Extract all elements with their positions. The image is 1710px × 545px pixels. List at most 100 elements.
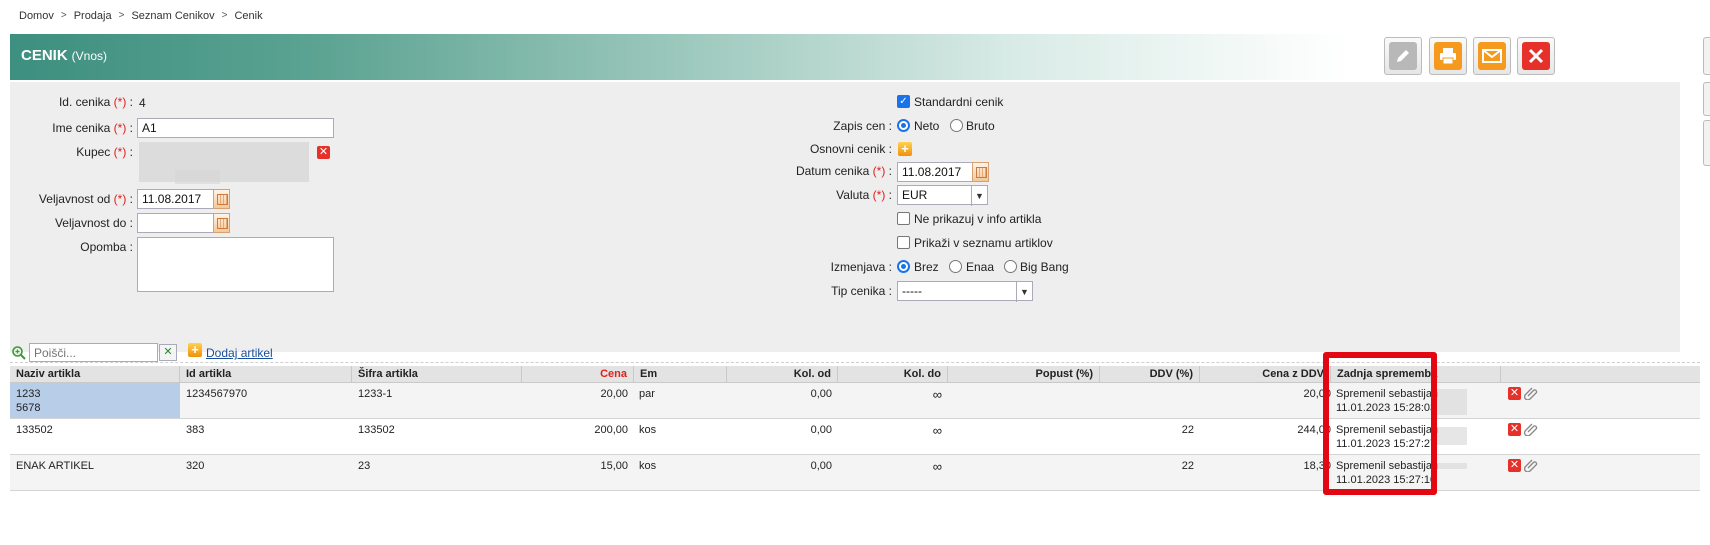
bruto-radio[interactable] bbox=[950, 119, 963, 132]
cell-sifra: 1233-1 bbox=[358, 388, 393, 400]
calendar-icon[interactable] bbox=[213, 189, 230, 209]
chevron-down-icon: ▼ bbox=[1016, 282, 1032, 302]
side-tab[interactable] bbox=[1703, 82, 1710, 116]
table-header: Naziv artikla Id artikla Šifra artikla C… bbox=[10, 366, 1700, 383]
printer-icon bbox=[1434, 42, 1462, 70]
column-header-ddv[interactable]: DDV (%) bbox=[1100, 366, 1200, 383]
print-button[interactable] bbox=[1429, 37, 1467, 75]
brez-radio[interactable] bbox=[897, 260, 910, 273]
show-list-checkbox[interactable] bbox=[897, 236, 910, 249]
table-row[interactable]: 133502 383 133502 200,00 kos 0,00 ∞ 22 2… bbox=[10, 419, 1700, 455]
cell-naziv: 133502 bbox=[16, 424, 53, 436]
side-tab[interactable] bbox=[1703, 120, 1710, 166]
cell-cena-ddv: 244,00 bbox=[1297, 424, 1331, 436]
cell-kol-od: 0,00 bbox=[810, 424, 832, 436]
neto-radio[interactable] bbox=[897, 119, 910, 132]
note-label: Opomba : bbox=[80, 240, 133, 254]
page-title: CENIK (Vnos) bbox=[21, 47, 107, 64]
table-row[interactable]: 1233 5678 1234567970 1233-1 20,00 par 0,… bbox=[10, 383, 1700, 419]
cell-em: kos bbox=[639, 424, 657, 436]
delete-row-icon[interactable]: ✕ bbox=[1508, 387, 1521, 400]
add-base-pricelist-icon[interactable]: + bbox=[898, 142, 912, 156]
cell-sifra: 23 bbox=[358, 460, 371, 472]
delete-row-icon[interactable]: ✕ bbox=[1508, 423, 1521, 436]
clear-search-icon[interactable]: ✕ bbox=[159, 344, 177, 361]
column-header-actions bbox=[1501, 366, 1700, 383]
clear-buyer-icon[interactable]: ✕ bbox=[317, 146, 330, 159]
breadcrumb-separator: > bbox=[118, 10, 125, 21]
cell-cena-ddv: 20,00 bbox=[1303, 388, 1331, 400]
standard-checkbox[interactable] bbox=[897, 95, 910, 108]
valid-from-label: Veljavnost od (*) : bbox=[38, 192, 133, 206]
column-header-popust[interactable]: Popust (%) bbox=[948, 366, 1100, 383]
page-title-text: CENIK bbox=[21, 47, 68, 64]
close-button[interactable] bbox=[1517, 37, 1555, 75]
cell-em: kos bbox=[639, 460, 657, 472]
cell-cena-ddv: 18,30 bbox=[1303, 460, 1331, 472]
exchange-label: Izmenjava : bbox=[830, 260, 892, 274]
type-select[interactable]: ----- ▼ bbox=[897, 281, 1033, 302]
id-value: 4 bbox=[139, 96, 146, 110]
table-row[interactable]: ENAK ARTIKEL 320 23 15,00 kos 0,00 ∞ 22 … bbox=[10, 455, 1700, 491]
bigbang-radio[interactable] bbox=[1004, 260, 1017, 273]
column-header-kol-do[interactable]: Kol. do bbox=[838, 366, 948, 383]
page-subtitle: (Vnos) bbox=[71, 49, 108, 63]
more-button[interactable] bbox=[1703, 37, 1710, 75]
column-header-cena[interactable]: Cena bbox=[522, 366, 634, 383]
delete-row-icon[interactable]: ✕ bbox=[1508, 459, 1521, 472]
cell-naziv: 1233 bbox=[16, 388, 41, 400]
edit-button[interactable] bbox=[1384, 37, 1422, 75]
valid-to-input[interactable] bbox=[137, 213, 214, 233]
breadcrumb-item-pricelists[interactable]: Seznam Cenikov bbox=[131, 10, 214, 22]
cell-cena: 15,00 bbox=[600, 460, 628, 472]
currency-select[interactable]: EUR ▼ bbox=[897, 185, 988, 206]
bigbang-label: Big Bang bbox=[1020, 260, 1069, 274]
column-header-kol-od[interactable]: Kol. od bbox=[727, 366, 838, 383]
enaa-radio[interactable] bbox=[949, 260, 962, 273]
close-icon bbox=[1522, 42, 1550, 70]
breadcrumb-separator: > bbox=[221, 10, 228, 21]
column-header-naziv[interactable]: Naziv artikla bbox=[10, 366, 180, 383]
column-header-id[interactable]: Id artikla bbox=[180, 366, 352, 383]
show-list-label: Prikaži v seznamu artiklov bbox=[914, 236, 1053, 250]
cell-cena: 20,00 bbox=[600, 388, 628, 400]
breadcrumb-separator: > bbox=[60, 10, 67, 21]
cell-ddv: 22 bbox=[1181, 424, 1194, 436]
cell-kol-do: ∞ bbox=[932, 387, 942, 402]
date-input[interactable] bbox=[897, 162, 974, 182]
envelope-icon bbox=[1478, 42, 1506, 70]
calendar-icon[interactable] bbox=[213, 213, 230, 233]
cell-id: 383 bbox=[186, 424, 205, 436]
breadcrumb-item-sales[interactable]: Prodaja bbox=[74, 10, 112, 22]
neto-label: Neto bbox=[914, 119, 940, 133]
column-header-cena-ddv[interactable]: Cena z DDV bbox=[1200, 366, 1331, 383]
cell-sifra: 133502 bbox=[358, 424, 395, 436]
note-textarea[interactable] bbox=[137, 237, 334, 292]
column-header-sifra[interactable]: Šifra artikla bbox=[352, 366, 522, 383]
cell-em: par bbox=[639, 388, 655, 400]
cell-kol-od: 0,00 bbox=[810, 388, 832, 400]
cell-naziv-line2: 5678 bbox=[16, 402, 41, 414]
email-button[interactable] bbox=[1473, 37, 1511, 75]
id-label: Id. cenika (*) : bbox=[58, 95, 133, 109]
search-input[interactable] bbox=[29, 343, 158, 362]
add-article-icon[interactable]: + bbox=[188, 343, 202, 357]
name-label: Ime cenika (*) : bbox=[52, 121, 133, 135]
hide-info-label: Ne prikazuj v info artikla bbox=[914, 212, 1042, 226]
add-article-link[interactable]: Dodaj artikel bbox=[206, 346, 273, 360]
search-icon[interactable] bbox=[11, 345, 27, 361]
cell-cena: 200,00 bbox=[594, 424, 628, 436]
buyer-value bbox=[175, 170, 220, 184]
buyer-value bbox=[139, 142, 309, 182]
cell-ddv: 22 bbox=[1181, 460, 1194, 472]
name-input[interactable] bbox=[137, 118, 334, 138]
paperclip-icon[interactable] bbox=[1523, 422, 1538, 437]
hide-info-checkbox[interactable] bbox=[897, 212, 910, 225]
paperclip-icon[interactable] bbox=[1523, 458, 1538, 473]
paperclip-icon[interactable] bbox=[1523, 386, 1538, 401]
valid-to-label: Veljavnost do : bbox=[54, 216, 133, 230]
valid-from-input[interactable] bbox=[137, 189, 214, 209]
calendar-icon[interactable] bbox=[972, 162, 989, 182]
column-header-em[interactable]: Em bbox=[634, 366, 727, 383]
breadcrumb-item-home[interactable]: Domov bbox=[19, 10, 54, 22]
